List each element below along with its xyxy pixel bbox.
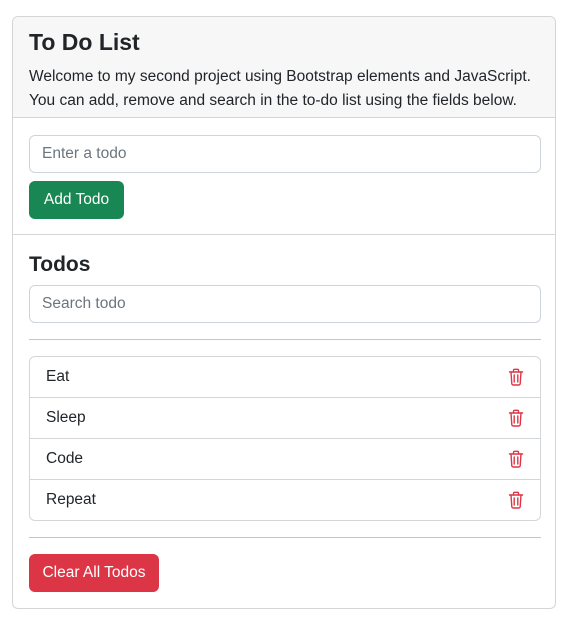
todo-list: Eat Sleep Code Repeat bbox=[29, 356, 541, 521]
clear-all-todos-button[interactable]: Clear All Todos bbox=[29, 554, 159, 592]
divider bbox=[29, 339, 541, 340]
add-todo-input[interactable] bbox=[29, 135, 541, 173]
todo-label: Sleep bbox=[46, 409, 86, 426]
search-todo-input[interactable] bbox=[29, 285, 541, 323]
trash-icon[interactable] bbox=[508, 409, 524, 427]
todo-label: Code bbox=[46, 450, 84, 467]
add-todo-button[interactable]: Add Todo bbox=[29, 181, 124, 219]
trash-icon[interactable] bbox=[508, 450, 524, 468]
todo-label: Eat bbox=[46, 368, 70, 385]
todo-item: Eat bbox=[30, 357, 540, 398]
intro-line-1: Welcome to my second project using Boots… bbox=[29, 68, 531, 85]
todo-item: Code bbox=[30, 439, 540, 480]
todo-item: Repeat bbox=[30, 480, 540, 520]
todos-section: Todos Eat Sleep bbox=[13, 235, 555, 592]
todos-heading: Todos bbox=[29, 253, 91, 276]
intro-line-2: You can add, remove and search in the to… bbox=[29, 92, 517, 109]
add-todo-section: Add Todo bbox=[13, 118, 555, 235]
trash-icon[interactable] bbox=[508, 368, 524, 386]
todo-label: Repeat bbox=[46, 491, 96, 508]
todo-card: To Do List Welcome to my second project … bbox=[12, 16, 556, 609]
page-title: To Do List bbox=[29, 29, 140, 55]
card-header: To Do List Welcome to my second project … bbox=[13, 17, 555, 118]
divider bbox=[29, 537, 541, 538]
todo-item: Sleep bbox=[30, 398, 540, 439]
trash-icon[interactable] bbox=[508, 491, 524, 509]
intro-text: Welcome to my second project using Boots… bbox=[29, 65, 539, 113]
